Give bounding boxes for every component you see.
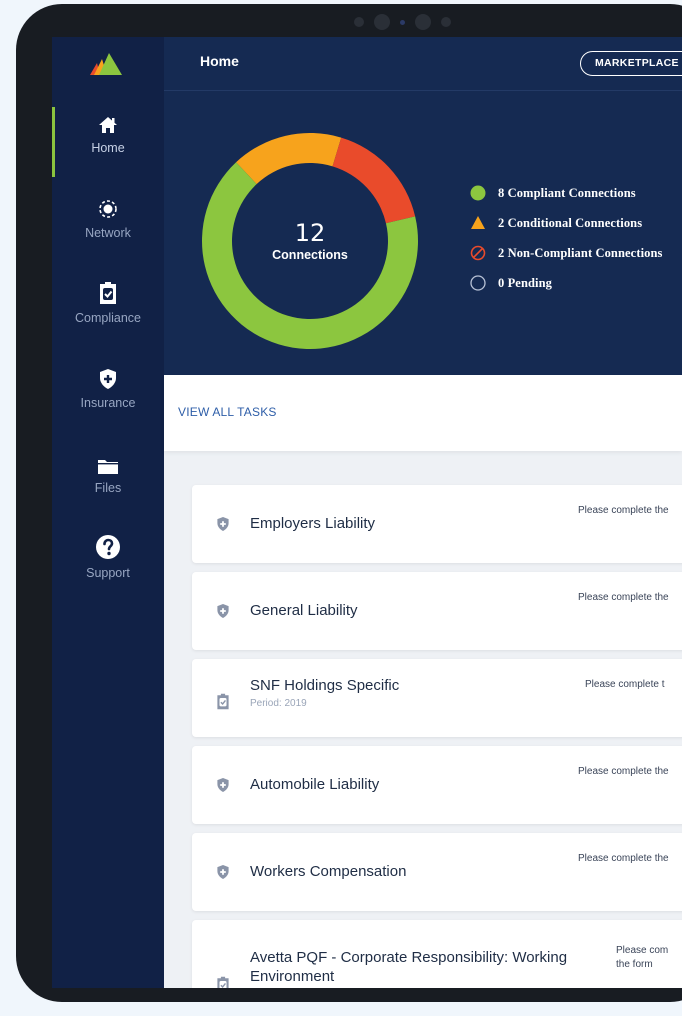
- task-title: Employers Liability: [250, 515, 376, 532]
- sidebar-item-home[interactable]: Home: [52, 107, 164, 191]
- task-note: Please complete the: [578, 853, 669, 864]
- sidebar: Home Network Compliance Insurance Files: [52, 37, 164, 988]
- task-title: Automobile Liability: [250, 776, 380, 793]
- tasks-bar: VIEW ALL TASKS: [164, 375, 682, 451]
- legend-item-compliant[interactable]: 8 Compliant Connections: [470, 178, 663, 208]
- task-card-automobile-liability[interactable]: Automobile Liability Please complete the: [192, 746, 682, 824]
- clipboard-check-icon: [216, 693, 230, 715]
- green-dot-icon: [470, 185, 486, 201]
- sidebar-item-label: Home: [91, 141, 125, 155]
- task-card-avetta-pqf[interactable]: Avetta PQF - Corporate Responsibility: W…: [192, 920, 682, 988]
- shield-plus-icon: [216, 864, 230, 885]
- shield-plus-icon: [216, 603, 230, 624]
- sidebar-item-label: Support: [86, 566, 130, 580]
- empty-circle-icon: [470, 275, 486, 291]
- clipboard-check-icon: [98, 277, 118, 305]
- task-note: Please complete the: [578, 592, 669, 603]
- prohibited-icon: [470, 245, 486, 261]
- task-card-general-liability[interactable]: General Liability Please complete the: [192, 572, 682, 650]
- top-bar: Home MARKETPLACE: [164, 37, 682, 91]
- task-card-employers-liability[interactable]: Employers Liability Please complete the: [192, 485, 682, 563]
- home-icon: [98, 107, 118, 135]
- task-card-snf-holdings-specific[interactable]: SNF Holdings Specific Period: 2019 Pleas…: [192, 659, 682, 737]
- folder-icon: [97, 447, 119, 475]
- network-icon: [97, 192, 119, 220]
- legend-label: 8 Compliant Connections: [498, 185, 636, 200]
- app-screen: Home Network Compliance Insurance Files: [52, 37, 682, 988]
- shield-plus-icon: [98, 362, 118, 390]
- sidebar-item-support[interactable]: Support: [52, 532, 164, 616]
- task-title: Avetta PQF - Corporate Responsibility: W…: [250, 949, 568, 985]
- shield-plus-icon: [216, 516, 230, 537]
- donut-segment-1[interactable]: [236, 133, 342, 185]
- page-title: Home: [200, 53, 239, 69]
- task-note-2: the form: [616, 959, 653, 970]
- clipboard-check-icon: [216, 976, 230, 988]
- task-note: Please complete the: [578, 505, 669, 516]
- sidebar-item-label: Files: [94, 481, 122, 495]
- camera-bar: [354, 14, 451, 30]
- sidebar-item-compliance[interactable]: Compliance: [52, 277, 164, 361]
- sidebar-item-insurance[interactable]: Insurance: [52, 362, 164, 446]
- legend-label: 0 Pending: [498, 275, 553, 290]
- task-title: Workers Compensation: [250, 863, 407, 880]
- question-icon: [95, 532, 121, 560]
- marketplace-button[interactable]: MARKETPLACE: [580, 51, 682, 76]
- sidebar-item-label: Compliance: [74, 311, 141, 325]
- sidebar-item-files[interactable]: Files: [52, 447, 164, 531]
- task-note: Please com: [616, 945, 669, 956]
- task-period: Period: 2019: [250, 698, 307, 709]
- task-title: General Liability: [250, 602, 358, 619]
- legend-item-non-compliant[interactable]: 2 Non-Compliant Connections: [470, 238, 663, 268]
- donut-segment-2[interactable]: [332, 137, 416, 224]
- sidebar-item-label: Network: [85, 226, 131, 240]
- warning-triangle-icon: [470, 215, 486, 231]
- task-title: SNF Holdings Specific: [250, 677, 400, 694]
- connections-summary: 12 Connections 8 Compliant Connections 2…: [164, 91, 682, 375]
- legend-label: 2 Conditional Connections: [498, 215, 643, 230]
- legend-item-pending[interactable]: 0 Pending: [470, 268, 663, 298]
- connections-total-label: Connections: [272, 248, 348, 262]
- sidebar-item-network[interactable]: Network: [52, 192, 164, 276]
- task-card-workers-compensation[interactable]: Workers Compensation Please complete the: [192, 833, 682, 911]
- shield-plus-icon: [216, 777, 230, 798]
- view-all-tasks-link[interactable]: VIEW ALL TASKS: [178, 405, 277, 419]
- legend-label: 2 Non-Compliant Connections: [498, 245, 663, 260]
- connections-legend: 8 Compliant Connections 2 Conditional Co…: [470, 178, 663, 298]
- legend-item-conditional[interactable]: 2 Conditional Connections: [470, 208, 663, 238]
- logo-icon[interactable]: [88, 51, 124, 82]
- task-note: Please complete the: [578, 766, 669, 777]
- connections-total: 12: [294, 219, 326, 247]
- task-note: Please complete t: [585, 679, 665, 690]
- sidebar-item-label: Insurance: [80, 396, 136, 410]
